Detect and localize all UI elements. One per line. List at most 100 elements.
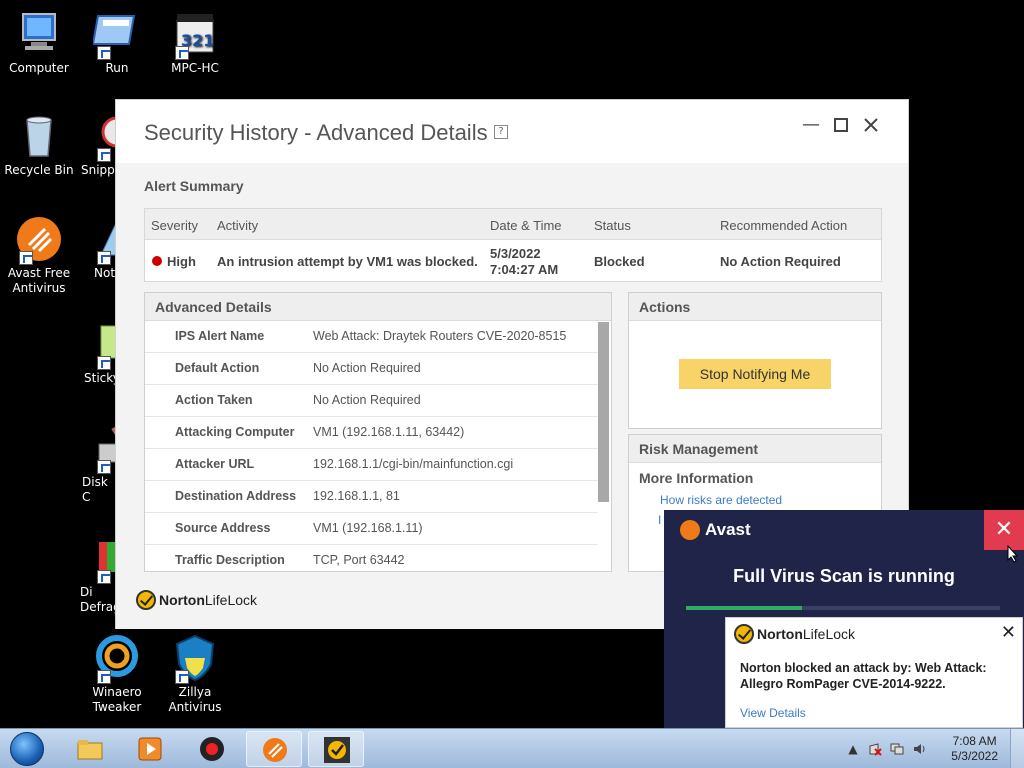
- detail-row: Source Address VM1 (192.168.1.11): [145, 513, 598, 545]
- view-details-link[interactable]: View Details: [740, 706, 806, 720]
- logo-lifelock-text: LifeLock: [204, 592, 258, 608]
- detail-value: VM1 (192.168.1.11): [313, 521, 423, 535]
- recommended-value: No Action Required: [720, 254, 841, 269]
- taskbar-explorer[interactable]: [62, 731, 118, 767]
- desktop-icon-label: Sticky: [84, 371, 115, 385]
- desktop-icon-snipping-tool[interactable]: Snippi: [78, 112, 115, 178]
- risk-link[interactable]: I: [658, 513, 661, 527]
- start-button[interactable]: [4, 731, 50, 767]
- desktop-icon-run[interactable]: Run: [78, 10, 156, 76]
- stop-notifying-button[interactable]: Stop Notifying Me: [679, 359, 831, 389]
- desktop-icon-label: Recycle Bin: [4, 163, 74, 177]
- shortcut-arrow-icon: [97, 570, 111, 584]
- desktop-icon-label: Snippi: [81, 163, 115, 177]
- system-tray: ▲ 7:08 AM 5/3/2022: [834, 729, 1024, 768]
- action-center-icon[interactable]: [868, 742, 882, 756]
- help-icon[interactable]: ?: [494, 125, 508, 139]
- actions-panel: Actions Stop Notifying Me: [628, 292, 882, 429]
- minimize-button[interactable]: —: [800, 114, 822, 136]
- detail-row: IPS Alert Name Web Attack: Draytek Router…: [145, 321, 598, 353]
- show-hidden-icons[interactable]: ▲: [846, 742, 860, 756]
- snipping-tool-icon: [93, 112, 115, 162]
- shortcut-arrow-icon: [97, 670, 111, 684]
- desktop-icon-mpc-hc[interactable]: 321 MPC-HC: [156, 10, 234, 76]
- maximize-button[interactable]: [830, 114, 852, 136]
- severity-dot-icon: [152, 256, 162, 266]
- table-row[interactable]: High An intrusion attempt by VM1 was blo…: [145, 240, 881, 282]
- close-icon: [864, 118, 878, 132]
- volume-icon[interactable]: [912, 742, 926, 756]
- how-risks-detected-link[interactable]: How risks are detected: [660, 493, 782, 507]
- more-information-heading: More Information: [639, 470, 754, 486]
- detail-key: Default Action: [175, 361, 260, 375]
- mpc-hc-icon: 321: [171, 10, 219, 60]
- record-icon: [200, 737, 224, 761]
- disk-cleanup-icon: [93, 424, 115, 474]
- risk-management-heading: Risk Management: [629, 435, 881, 463]
- network-icon[interactable]: [890, 742, 904, 756]
- desktop-icon-avast[interactable]: Avast Free Antivirus: [0, 215, 78, 296]
- desktop-icon-label: Zillya Antivirus: [168, 685, 222, 714]
- actions-heading: Actions: [629, 293, 881, 321]
- desktop-icon-notepad[interactable]: Not: [78, 215, 115, 281]
- shortcut-arrow-icon: [175, 670, 189, 684]
- norton-check-icon: [136, 590, 156, 610]
- scrollbar-thumb[interactable]: [598, 322, 609, 502]
- recycle-bin-icon: [15, 112, 63, 160]
- desktop-icon-label: Run: [105, 61, 129, 75]
- desktop-icon-label: Di Defrag: [80, 585, 115, 614]
- shortcut-arrow-icon: [19, 251, 33, 265]
- computer-icon: [15, 10, 63, 58]
- taskbar-avast[interactable]: [246, 731, 302, 767]
- desktop-icon-zillya[interactable]: Zillya Antivirus: [156, 634, 234, 715]
- detail-value: No Action Required: [313, 393, 421, 407]
- detail-row: Attacker URL 192.168.1.1/cgi-bin/mainfunc…: [145, 449, 598, 481]
- logo-norton-text: Norton: [159, 592, 205, 608]
- alert-summary-table: Severity Activity Date & Time Status Rec…: [144, 208, 882, 282]
- desktop-icon-winaero-tweaker[interactable]: Winaero Tweaker: [78, 634, 156, 715]
- desktop-icon-computer[interactable]: Computer: [0, 10, 78, 76]
- desktop-icon-disk-cleanup[interactable]: Disk C: [78, 424, 115, 505]
- col-recommended-action[interactable]: Recommended Action: [720, 218, 847, 233]
- taskbar-norton[interactable]: [308, 731, 364, 767]
- taskbar-record-app[interactable]: [184, 731, 240, 767]
- clock-date: 5/3/2022: [951, 749, 998, 763]
- desktop-icon-label: Winaero Tweaker: [92, 685, 142, 714]
- col-status[interactable]: Status: [594, 218, 631, 233]
- avast-icon: [15, 215, 63, 265]
- detail-value: VM1 (192.168.1.11, 63442): [313, 425, 465, 439]
- notification-close-button[interactable]: ✕: [1001, 622, 1016, 643]
- detail-row: Default Action No Action Required: [145, 353, 598, 385]
- detail-value: No Action Required: [313, 361, 421, 375]
- run-icon: [91, 10, 141, 60]
- col-date-time[interactable]: Date & Time: [490, 218, 562, 233]
- avast-icon: [263, 738, 287, 762]
- logo-lifelock-text: LifeLock: [802, 626, 856, 642]
- detail-row: Destination Address 192.168.1.1, 81: [145, 481, 598, 513]
- window-title: Security History - Advanced Details: [144, 120, 488, 145]
- desktop-icon-defrag[interactable]: Di Defrag: [78, 534, 115, 615]
- clock[interactable]: 7:08 AM 5/3/2022: [951, 734, 998, 764]
- media-player-icon: [138, 737, 162, 761]
- desktop-icon-recycle-bin[interactable]: Recycle Bin: [0, 112, 78, 178]
- folder-icon: [77, 740, 103, 760]
- notification-message: Norton blocked an attack by: Web Attack:…: [740, 661, 987, 691]
- desktop-icon-label: MPC-HC: [171, 61, 219, 75]
- maximize-icon: [834, 118, 848, 132]
- detail-key: Action Taken: [175, 393, 253, 407]
- mouse-cursor-icon: [1007, 545, 1019, 563]
- taskbar-media-player[interactable]: [122, 731, 178, 767]
- clock-time: 7:08 AM: [952, 734, 997, 748]
- zillya-icon: [171, 634, 219, 684]
- advanced-details-list[interactable]: IPS Alert Name Web Attack: Draytek Router…: [145, 321, 598, 571]
- close-button[interactable]: [860, 114, 882, 136]
- desktop-icon-sticky-notes[interactable]: Sticky: [78, 320, 115, 386]
- avast-close-button[interactable]: ✕: [984, 510, 1024, 550]
- desktop-icon-label: Disk C: [82, 475, 108, 504]
- scan-progress-fill: [686, 606, 803, 610]
- col-severity[interactable]: Severity: [151, 218, 198, 233]
- norton-check-icon: [734, 624, 754, 644]
- detail-key: Source Address: [175, 521, 271, 535]
- col-activity[interactable]: Activity: [217, 218, 258, 233]
- show-desktop-button[interactable]: [1010, 729, 1024, 768]
